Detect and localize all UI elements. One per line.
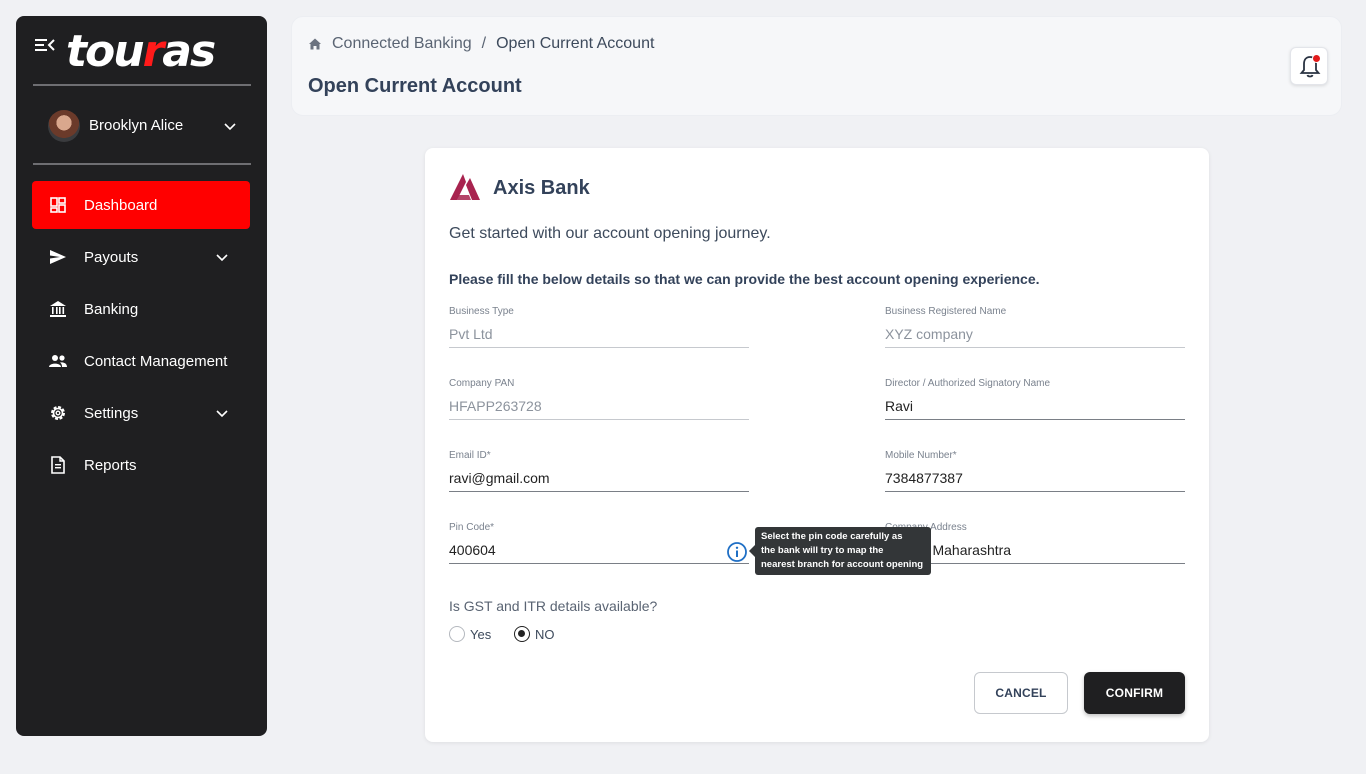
director-name-field[interactable]: Director / Authorized Signatory Name Rav… (885, 378, 1185, 438)
people-icon (49, 355, 67, 367)
dashboard-icon (50, 197, 66, 213)
sidebar-header: touras (16, 16, 267, 86)
field-label: Pin Code* (449, 522, 495, 533)
bank-name: Axis Bank (493, 177, 590, 199)
account-opening-card: Axis Bank Get started with our account o… (425, 148, 1209, 742)
sidebar-item-label: Payouts (84, 249, 139, 266)
sidebar-item-contact-management[interactable]: Contact Management (32, 337, 250, 385)
sidebar-item-label: Settings (84, 405, 139, 422)
pin-code-field[interactable]: Pin Code* 400604 (449, 522, 749, 582)
pin-code-tooltip: Select the pin code carefully as the ban… (749, 527, 931, 575)
field-underline (449, 347, 749, 348)
business-type-input: Pvt Ltd (449, 326, 493, 342)
document-icon (51, 456, 65, 474)
business-registered-name-input: XYZ company (885, 326, 973, 342)
field-label: Email ID* (449, 450, 491, 461)
avatar (48, 110, 80, 142)
breadcrumb: Connected Banking / Open Current Account (308, 35, 654, 53)
pin-code-input[interactable]: 400604 (449, 542, 496, 558)
sidebar: touras Brooklyn Alice Dashboard Payouts (16, 16, 267, 736)
field-label: Company PAN (449, 378, 515, 389)
page-header: Connected Banking / Open Current Account… (291, 16, 1342, 116)
business-type-field: Business Type Pvt Ltd (449, 306, 749, 366)
sidebar-item-label: Reports (84, 457, 137, 474)
confirm-button[interactable]: CONFIRM (1084, 672, 1185, 714)
company-pan-field: Company PAN HFAPP263728 (449, 378, 749, 438)
breadcrumb-separator: / (481, 35, 487, 52)
send-icon (50, 250, 66, 264)
radio-yes[interactable]: Yes (449, 626, 491, 642)
field-underline (449, 491, 749, 492)
radio-label: NO (535, 626, 555, 642)
field-underline (449, 563, 749, 564)
sidebar-item-label: Dashboard (84, 197, 158, 214)
field-label: Business Registered Name (885, 306, 1007, 317)
field-label: Mobile Number* (885, 450, 957, 461)
user-menu[interactable]: Brooklyn Alice (16, 102, 267, 150)
sidebar-item-dashboard[interactable]: Dashboard (32, 181, 250, 229)
radio-label: Yes (470, 626, 492, 642)
notifications-button[interactable] (1290, 47, 1328, 85)
page-title: Open Current Account (308, 75, 522, 97)
radio-button[interactable] (449, 626, 465, 642)
touras-logo: touras (66, 26, 216, 77)
bank-icon (50, 301, 66, 317)
axis-bank-logo (450, 174, 480, 200)
breadcrumb-current: Open Current Account (496, 35, 655, 52)
sidebar-nav: Dashboard Payouts Banking Contact Manage… (32, 181, 250, 493)
chevron-down-icon (224, 123, 236, 131)
email-field[interactable]: Email ID* ravi@gmail.com (449, 450, 749, 510)
breadcrumb-parent[interactable]: Connected Banking (332, 35, 472, 53)
sidebar-item-settings[interactable]: Settings (32, 389, 250, 437)
field-underline (885, 419, 1185, 420)
info-icon[interactable] (726, 541, 748, 563)
field-underline (885, 347, 1185, 348)
email-input[interactable]: ravi@gmail.com (449, 470, 550, 486)
gst-question: Is GST and ITR details available? (449, 598, 658, 614)
mobile-number-field[interactable]: Mobile Number* 7384877387 (885, 450, 1185, 510)
sidebar-divider (33, 84, 251, 86)
chevron-down-icon (216, 410, 228, 418)
home-icon[interactable] (308, 37, 322, 51)
sidebar-item-payouts[interactable]: Payouts (32, 233, 250, 281)
chevron-down-icon (216, 254, 228, 262)
sidebar-item-label: Contact Management (84, 353, 228, 370)
field-label: Director / Authorized Signatory Name (885, 378, 1051, 389)
company-pan-input: HFAPP263728 (449, 398, 542, 414)
mobile-number-input[interactable]: 7384877387 (885, 470, 963, 486)
sidebar-item-label: Banking (84, 301, 139, 318)
user-name: Brooklyn Alice (89, 117, 184, 134)
notification-badge (1312, 54, 1321, 63)
instructions-text: Please fill the below details so that we… (449, 271, 1040, 287)
intro-text: Get started with our account opening jou… (449, 225, 771, 242)
radio-no[interactable]: NO (514, 626, 555, 642)
radio-button[interactable] (514, 626, 530, 642)
sidebar-item-reports[interactable]: Reports (32, 441, 250, 489)
business-registered-name-field: Business Registered Name XYZ company (885, 306, 1185, 366)
sidebar-divider (33, 163, 251, 165)
field-underline (449, 419, 749, 420)
field-underline (885, 491, 1185, 492)
menu-collapse-icon[interactable] (34, 36, 56, 54)
sidebar-item-banking[interactable]: Banking (32, 285, 250, 333)
director-name-input[interactable]: Ravi (885, 398, 913, 414)
cancel-button[interactable]: CANCEL (974, 672, 1068, 714)
field-label: Business Type (449, 306, 514, 317)
gear-icon (51, 406, 65, 420)
